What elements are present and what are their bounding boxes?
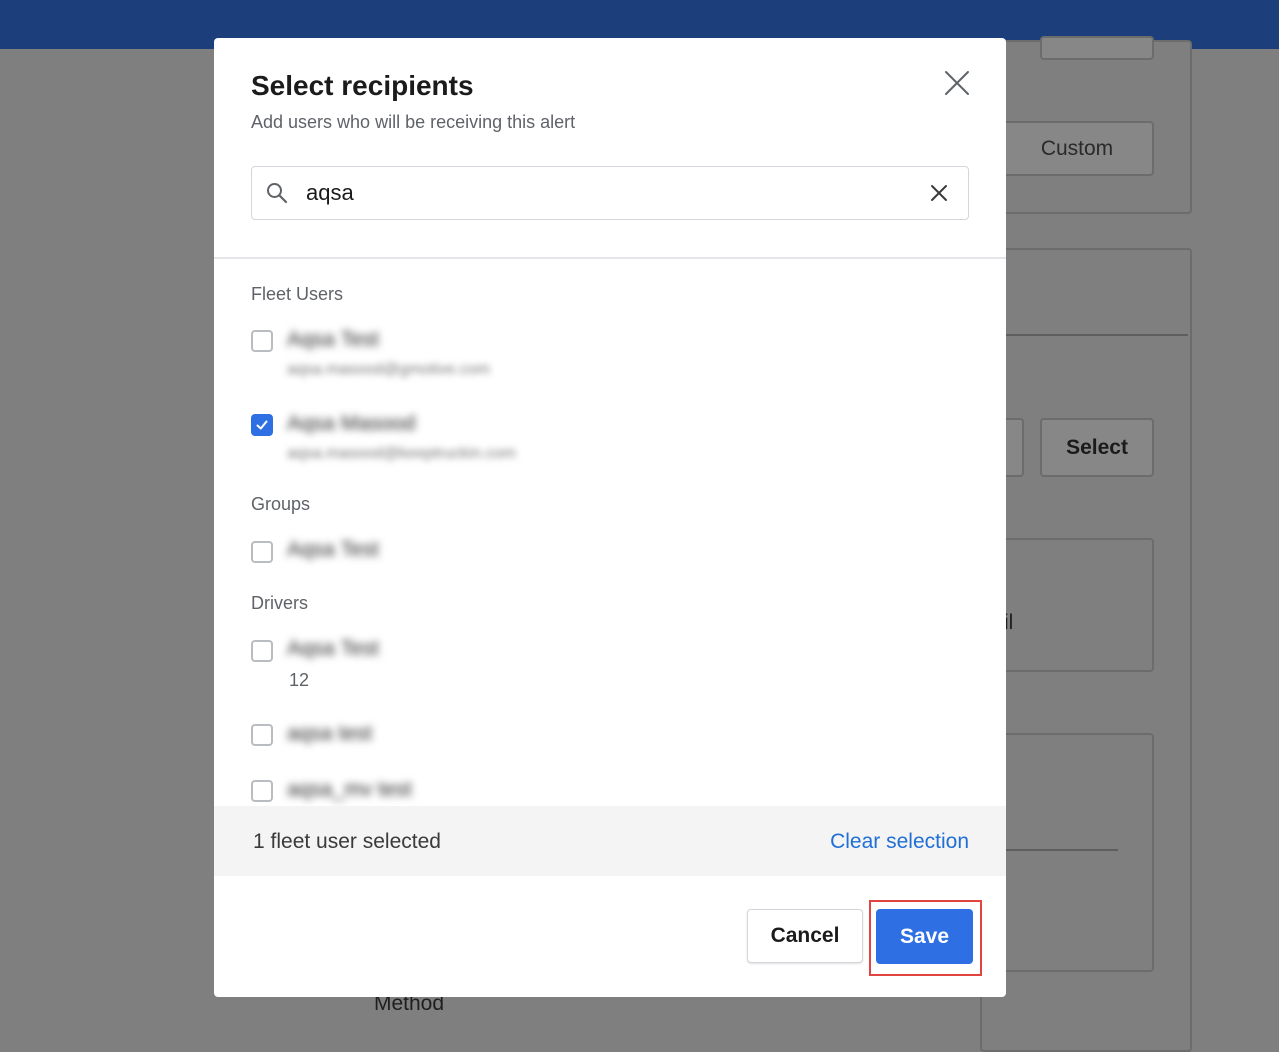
fleet-user-checkbox[interactable]	[251, 330, 273, 352]
driver-checkbox[interactable]	[251, 780, 273, 802]
close-icon[interactable]	[942, 68, 972, 98]
search-icon	[265, 181, 289, 205]
clear-selection-link[interactable]: Clear selection	[830, 830, 969, 854]
background-divider	[980, 334, 1188, 336]
driver-checkbox[interactable]	[251, 640, 273, 662]
background-select-button: Select	[1040, 418, 1154, 477]
driver-name: aqsa_mv test	[287, 778, 412, 801]
fleet-user-checkbox-checked[interactable]	[251, 414, 273, 436]
driver-checkbox[interactable]	[251, 724, 273, 746]
section-label-drivers: Drivers	[251, 593, 308, 613]
selection-summary-bar: 1 fleet user selected Clear selection	[214, 806, 1006, 876]
section-label-fleet-users: Fleet Users	[251, 284, 344, 304]
search-input[interactable]	[306, 179, 906, 207]
fleet-user-name: Aqsa Masood	[287, 412, 416, 435]
cancel-button[interactable]: Cancel	[747, 909, 863, 963]
clear-search-icon[interactable]	[928, 182, 950, 204]
fleet-user-email: aqsa.masood@gmotive.com	[287, 361, 490, 378]
fleet-user-name: Aqsa Test	[287, 328, 379, 351]
fleet-user-email: aqsa.masood@keeptruckin.com	[287, 445, 516, 462]
driver-name: Aqsa Test	[287, 637, 379, 660]
background-lower-line	[990, 849, 1118, 851]
background-custom-button: Custom	[1000, 121, 1154, 176]
selected-count-text: 1 fleet user selected	[253, 830, 441, 853]
checkmark-icon	[256, 420, 268, 430]
background-email-card	[990, 538, 1154, 672]
group-checkbox[interactable]	[251, 541, 273, 563]
group-name: Aqsa Test	[287, 538, 379, 561]
driver-name: aqsa test	[287, 722, 373, 745]
dialog-subtitle: Add users who will be receiving this ale…	[251, 112, 576, 132]
dialog-title: Select recipients	[251, 70, 474, 101]
section-label-groups: Groups	[251, 494, 311, 514]
recipient-search-box	[251, 166, 969, 220]
background-lower-card	[990, 733, 1154, 972]
select-recipients-dialog: Select recipients Add users who will be …	[214, 38, 1006, 997]
driver-id: 12	[289, 670, 310, 690]
save-button[interactable]: Save	[876, 909, 973, 964]
background-top-button	[1040, 36, 1154, 60]
header-divider	[214, 257, 1006, 259]
